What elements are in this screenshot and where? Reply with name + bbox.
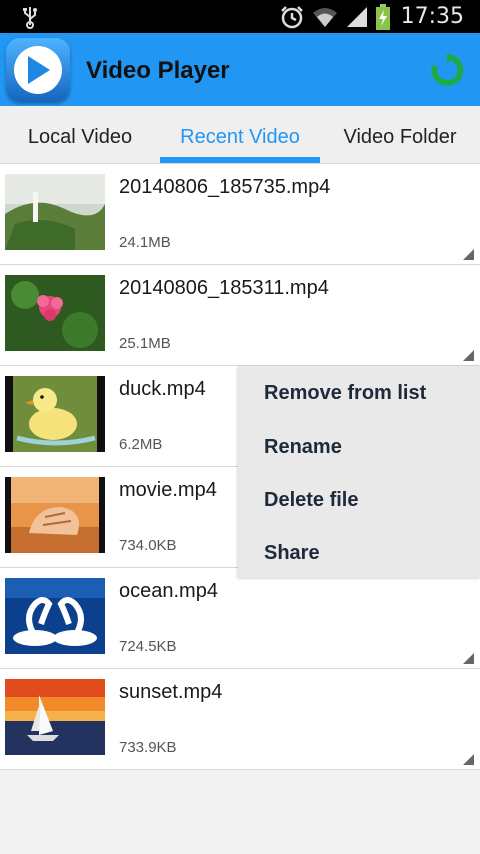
signal-icon (346, 6, 367, 27)
more-options-icon[interactable] (463, 653, 474, 664)
video-size: 24.1MB (119, 234, 171, 251)
video-name: duck.mp4 (119, 378, 206, 400)
video-thumbnail (5, 477, 105, 553)
list-item[interactable]: sunset.mp4 733.9KB (0, 669, 480, 770)
video-thumbnail (5, 376, 105, 452)
menu-item-remove-from-list[interactable]: Remove from list (264, 382, 426, 405)
more-options-icon[interactable] (463, 754, 474, 765)
video-size: 25.1MB (119, 335, 171, 352)
battery-charging-icon (375, 3, 390, 30)
app-title: Video Player (86, 57, 230, 84)
context-menu: Remove from list Rename Delete file Shar… (238, 366, 480, 578)
video-size: 6.2MB (119, 436, 163, 453)
list-item[interactable]: 20140806_185735.mp4 24.1MB (0, 164, 480, 265)
wifi-icon (312, 7, 337, 27)
video-thumbnail (5, 578, 105, 654)
menu-item-delete-file[interactable]: Delete file (264, 489, 358, 512)
play-logo-icon (6, 38, 70, 102)
usb-icon (23, 7, 37, 29)
more-options-icon[interactable] (463, 350, 474, 361)
list-item[interactable]: ocean.mp4 724.5KB (0, 568, 480, 669)
video-thumbnail (5, 679, 105, 755)
video-name: 20140806_185311.mp4 (119, 277, 329, 299)
tab-recent-video[interactable]: Recent Video (160, 106, 320, 164)
list-item[interactable]: 20140806_185311.mp4 25.1MB (0, 265, 480, 366)
menu-item-rename[interactable]: Rename (264, 436, 342, 459)
video-size: 724.5KB (119, 638, 177, 655)
video-name: ocean.mp4 (119, 580, 218, 602)
active-tab-indicator (160, 157, 320, 163)
menu-item-share[interactable]: Share (264, 542, 320, 565)
tab-video-folder[interactable]: Video Folder (320, 106, 480, 164)
app-bar: Video Player (0, 33, 480, 106)
video-thumbnail (5, 275, 105, 351)
status-time: 17:35 (400, 4, 464, 29)
video-size: 733.9KB (119, 739, 177, 756)
alarm-icon (280, 5, 303, 28)
video-name: 20140806_185735.mp4 (119, 176, 331, 198)
video-name: sunset.mp4 (119, 681, 223, 703)
video-size: 734.0KB (119, 537, 177, 554)
video-thumbnail (5, 174, 105, 250)
status-bar: 17:35 (0, 0, 480, 33)
tab-local-video[interactable]: Local Video (0, 106, 160, 164)
refresh-icon[interactable] (430, 53, 464, 87)
more-options-icon[interactable] (463, 249, 474, 260)
video-name: movie.mp4 (119, 479, 217, 501)
tab-bar: Local Video Recent Video Video Folder (0, 106, 480, 164)
